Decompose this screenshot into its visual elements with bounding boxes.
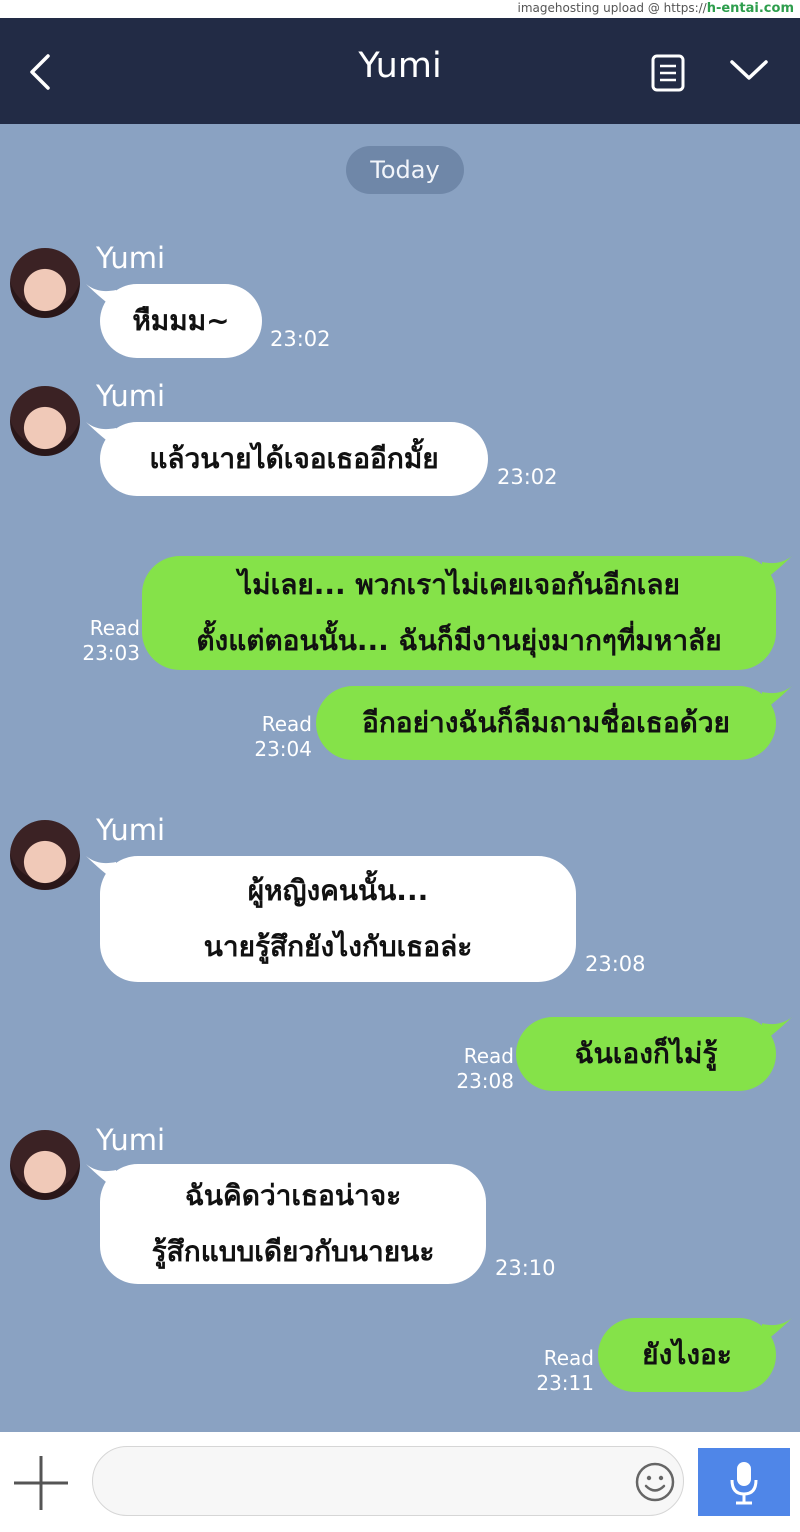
message-time: 23:10 [495, 1256, 556, 1280]
message-line: แล้วนายได้เจอเธออีกมั้ย [149, 442, 439, 475]
microphone-button[interactable] [698, 1448, 790, 1516]
chevron-left-icon[interactable] [24, 52, 58, 92]
message-time: 23:11 [536, 1371, 594, 1395]
read-label: Read [89, 616, 140, 640]
sender-name: Yumi [96, 379, 166, 413]
chat-header: Yumi [0, 18, 800, 124]
watermark-domain: h-entai.com [706, 1, 794, 16]
read-receipt: Read 23:08 [440, 1044, 514, 1094]
read-receipt: Read 23:03 [70, 616, 140, 666]
input-bar [0, 1432, 800, 1532]
sender-name: Yumi [96, 1123, 166, 1157]
watermark-bar: imagehosting upload @ https://h-entai.co… [0, 0, 800, 18]
message-line: ไม่เลย... พวกเราไม่เคยเจอกันอีกเลย [238, 568, 680, 601]
message-time: 23:02 [270, 327, 331, 351]
message-line: อีกอย่างฉันก็ลืมถามชื่อเธอด้วย [362, 706, 730, 739]
message-bubble[interactable]: อีกอย่างฉันก็ลืมถามชื่อเธอด้วย [316, 686, 776, 760]
message-time: 23:02 [497, 465, 558, 489]
read-label: Read [543, 1346, 594, 1370]
chevron-down-icon[interactable] [728, 56, 770, 86]
message-bubble[interactable]: ฉันเองก็ไม่รู้ [516, 1017, 776, 1091]
avatar[interactable] [10, 386, 80, 456]
avatar[interactable] [10, 1130, 80, 1200]
read-label: Read [463, 1044, 514, 1068]
message-input[interactable] [117, 1459, 621, 1505]
message-line: หืมมม~ [132, 304, 230, 337]
message-line: ตั้งแต่ตอนนั้น... ฉันก็มีงานยุ่งมากๆที่ม… [196, 624, 722, 657]
message-line: ฉันคิดว่าเธอน่าจะ [184, 1179, 402, 1212]
date-chip: Today [346, 146, 464, 194]
message-time: 23:08 [456, 1069, 514, 1093]
message-input-field[interactable] [92, 1446, 684, 1516]
message-bubble[interactable]: ยังไงอะ [598, 1318, 776, 1392]
message-time: 23:03 [82, 641, 140, 665]
sender-name: Yumi [96, 241, 166, 275]
message-bubble[interactable]: ฉันคิดว่าเธอน่าจะ รู้สึกแบบเดียวกับนายนะ [100, 1164, 486, 1284]
chat-area[interactable]: Today Yumi หืมมม~ 23:02 Yumi แล้วนายได้เ… [0, 124, 800, 1432]
message-bubble[interactable]: ไม่เลย... พวกเราไม่เคยเจอกันอีกเลย ตั้งแ… [142, 556, 776, 670]
message-line: นายรู้สึกยังไงกับเธอล่ะ [203, 930, 473, 963]
message-time: 23:04 [254, 737, 312, 761]
notes-icon[interactable] [650, 54, 686, 92]
avatar[interactable] [10, 248, 80, 318]
microphone-icon [730, 1462, 758, 1505]
message-time: 23:08 [585, 952, 646, 976]
smiley-icon[interactable] [635, 1462, 675, 1502]
message-bubble[interactable]: หืมมม~ [100, 284, 262, 358]
watermark: imagehosting upload @ https://h-entai.co… [518, 1, 794, 16]
avatar[interactable] [10, 820, 80, 890]
read-label: Read [261, 712, 312, 736]
chat-title: Yumi [358, 46, 442, 86]
message-line: ผู้หญิงคนนั้น... [247, 874, 429, 907]
message-line: ฉันเองก็ไม่รู้ [574, 1037, 718, 1070]
message-bubble[interactable]: ผู้หญิงคนนั้น... นายรู้สึกยังไงกับเธอล่ะ [100, 856, 576, 982]
message-bubble[interactable]: แล้วนายได้เจอเธออีกมั้ย [100, 422, 488, 496]
message-line: ยังไงอะ [642, 1338, 732, 1371]
read-receipt: Read 23:04 [240, 712, 312, 762]
message-line: รู้สึกแบบเดียวกับนายนะ [151, 1235, 435, 1268]
plus-icon[interactable] [12, 1454, 70, 1512]
read-receipt: Read 23:11 [520, 1346, 594, 1396]
watermark-text: imagehosting upload @ https:// [517, 1, 707, 15]
sender-name: Yumi [96, 813, 166, 847]
